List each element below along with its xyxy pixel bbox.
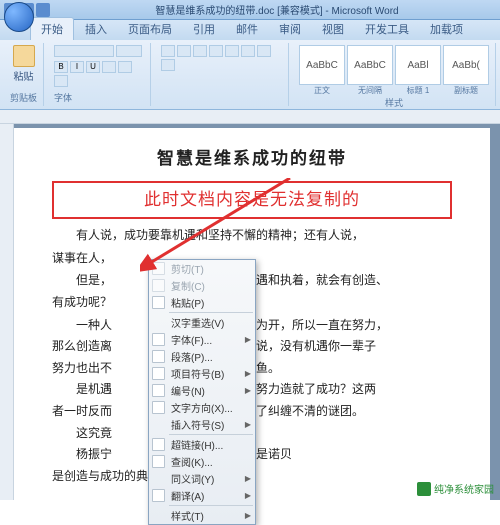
title-bar: 智慧是维系成功的纽带.doc [兼容模式] - Microsoft Word [0, 0, 500, 20]
qat-redo-icon[interactable] [36, 3, 50, 17]
menu-item[interactable]: 项目符号(B)▶ [149, 365, 255, 382]
watermark: 纯净系统家园 [417, 481, 494, 496]
menu-item-icon [152, 384, 165, 397]
menu-item[interactable]: 查阅(K)... [149, 453, 255, 470]
font-size-selector[interactable] [116, 45, 142, 57]
font-family-selector[interactable] [54, 45, 114, 57]
para: 有人说，成功要靠机遇和坚持不懈的精神；还有人说， [52, 225, 452, 247]
menu-item: 复制(C) [149, 277, 255, 294]
doc-title: 智慧是维系成功的纽带 [52, 144, 452, 175]
tab-页面布局[interactable]: 页面布局 [118, 18, 182, 40]
sub-button[interactable] [118, 61, 132, 73]
tab-插入[interactable]: 插入 [75, 18, 117, 40]
paste-icon [13, 45, 35, 67]
menu-item[interactable]: 段落(P)... [149, 348, 255, 365]
group-styles: AaBbC正文AaBbC无间隔AaBl标题 1AaBb(副标题 样式 [293, 43, 496, 106]
tab-邮件[interactable]: 邮件 [226, 18, 268, 40]
tab-开发工具[interactable]: 开发工具 [355, 18, 419, 40]
sup-button[interactable] [54, 75, 68, 87]
style-preview[interactable]: AaBl [395, 45, 441, 85]
indent-dec-button[interactable] [193, 45, 207, 57]
chevron-right-icon: ▶ [245, 335, 251, 344]
menu-item[interactable]: 汉字重选(V) [149, 314, 255, 331]
paste-button[interactable]: 粘贴 [10, 45, 37, 83]
ruler-vertical[interactable] [0, 124, 14, 500]
strike-button[interactable] [102, 61, 116, 73]
align-center-button[interactable] [241, 45, 255, 57]
context-menu: 剪切(T)复制(C)粘贴(P) 汉字重选(V)字体(F)...▶段落(P)...项… [148, 259, 256, 525]
tab-引用[interactable]: 引用 [183, 18, 225, 40]
list-number-button[interactable] [177, 45, 191, 57]
menu-item-icon [152, 438, 165, 451]
list-bullet-button[interactable] [161, 45, 175, 57]
chevron-right-icon: ▶ [245, 511, 251, 520]
menu-item-icon [152, 489, 165, 502]
menu-item[interactable]: 同义词(Y)▶ [149, 470, 255, 487]
menu-item-icon [152, 367, 165, 380]
ribbon: 粘贴 剪贴板 B I U 字体 [0, 40, 500, 110]
style-preview[interactable]: AaBb( [443, 45, 489, 85]
menu-item-icon [152, 262, 165, 275]
align-left-button[interactable] [225, 45, 239, 57]
chevron-right-icon: ▶ [245, 474, 251, 483]
menu-item[interactable]: 文字方向(X)... [149, 399, 255, 416]
menu-item: 剪切(T) [149, 260, 255, 277]
align-right-button[interactable] [257, 45, 271, 57]
underline-button[interactable]: U [86, 61, 100, 73]
chevron-right-icon: ▶ [245, 369, 251, 378]
chevron-right-icon: ▶ [245, 491, 251, 500]
indent-inc-button[interactable] [209, 45, 223, 57]
menu-item[interactable]: 插入符号(S)▶ [149, 416, 255, 433]
tab-审阅[interactable]: 审阅 [269, 18, 311, 40]
menu-item[interactable]: 翻译(A)▶ [149, 487, 255, 504]
menu-item-icon [152, 279, 165, 292]
annotation-callout: 此时文档内容是无法复制的 [52, 181, 452, 220]
watermark-icon [417, 482, 431, 496]
group-clipboard: 粘贴 剪贴板 [4, 43, 44, 106]
ruler-horizontal[interactable] [0, 110, 500, 124]
menu-item[interactable]: 字体(F)...▶ [149, 331, 255, 348]
window-title: 智慧是维系成功的纽带.doc [兼容模式] - Microsoft Word [54, 2, 500, 17]
group-paragraph [155, 43, 289, 106]
menu-item[interactable]: 粘贴(P) [149, 294, 255, 311]
menu-item-icon [152, 296, 165, 309]
menu-item[interactable]: 样式(T)▶ [149, 507, 255, 524]
group-font: B I U 字体 [48, 43, 151, 106]
style-preview[interactable]: AaBbC [347, 45, 393, 85]
menu-item-icon [152, 455, 165, 468]
bold-button[interactable]: B [54, 61, 68, 73]
menu-item-icon [152, 401, 165, 414]
align-justify-button[interactable] [161, 59, 175, 71]
chevron-right-icon: ▶ [245, 420, 251, 429]
italic-button[interactable]: I [70, 61, 84, 73]
ribbon-tabs: 开始插入页面布局引用邮件审阅视图开发工具加载项 [0, 20, 500, 40]
office-button[interactable] [4, 2, 34, 32]
menu-item[interactable]: 编号(N)▶ [149, 382, 255, 399]
style-preview[interactable]: AaBbC [299, 45, 345, 85]
tab-视图[interactable]: 视图 [312, 18, 354, 40]
chevron-right-icon: ▶ [245, 386, 251, 395]
tab-加载项[interactable]: 加载项 [420, 18, 473, 40]
menu-item-icon [152, 350, 165, 363]
menu-item[interactable]: 超链接(H)... [149, 436, 255, 453]
tab-开始[interactable]: 开始 [30, 17, 74, 40]
menu-item-icon [152, 333, 165, 346]
